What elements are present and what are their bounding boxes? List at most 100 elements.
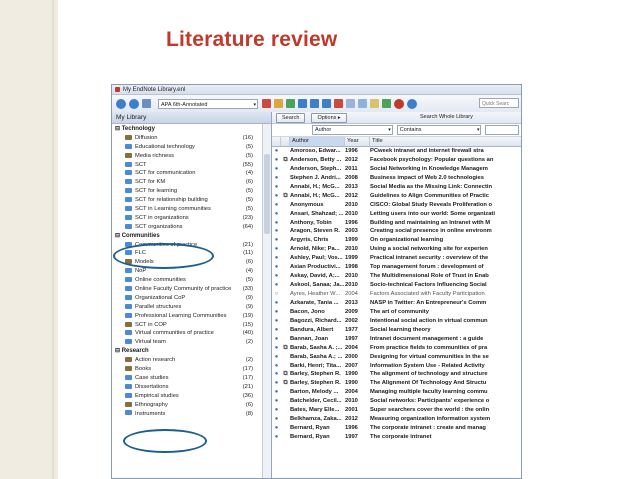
author-column-header[interactable]: Author: [290, 137, 345, 146]
group-item[interactable]: Professional Learning Communities (19): [112, 312, 271, 321]
unread-dot-icon[interactable]: ●: [272, 326, 281, 335]
table-row[interactable]: ● Ansari, Shahzad; ... 2010 Letting users i…: [272, 210, 521, 219]
insert-citation-icon[interactable]: [274, 99, 283, 108]
group-item[interactable]: NoP (4): [112, 267, 271, 276]
online-search-icon[interactable]: [298, 99, 307, 108]
table-row[interactable]: ● Arnold, Nike; Pa... 2010 Using a social n…: [272, 245, 521, 254]
table-row[interactable]: ● Anonymous 2010 CISCO: Global Study Reveal…: [272, 201, 521, 210]
unread-dot-icon[interactable]: ●: [272, 236, 281, 245]
group-item[interactable]: SCT in COP (15): [112, 321, 271, 330]
unread-dot-icon[interactable]: ●: [272, 379, 281, 388]
title-column-header[interactable]: Title: [370, 137, 521, 146]
unread-dot-icon[interactable]: ●: [272, 174, 281, 183]
group-item[interactable]: Case studies (17): [112, 374, 271, 383]
format-bibliography-icon[interactable]: [334, 99, 343, 108]
my-library-header[interactable]: My Library: [112, 112, 271, 124]
back-icon[interactable]: [116, 98, 126, 109]
table-row[interactable]: ● Askool, Sanaa; Ja... 2010 Socio-technical…: [272, 281, 521, 290]
table-row[interactable]: ● Bernard, Ryan 1997 The corporate intranet: [272, 433, 521, 442]
group-item[interactable]: SCT for learning (5): [112, 187, 271, 196]
options-button[interactable]: Options ▸: [311, 112, 347, 123]
library-mode-icon[interactable]: [142, 99, 151, 108]
table-row[interactable]: ● ⧉ Anderson, Betty ... 2012 Facebook psycho…: [272, 156, 521, 165]
table-row[interactable]: ● Aragon, Steven R. 2003 Creating social pr…: [272, 227, 521, 236]
unread-dot-icon[interactable]: ●: [272, 219, 281, 228]
unread-dot-icon[interactable]: ●: [272, 210, 281, 219]
open-link-icon[interactable]: [346, 99, 355, 108]
table-row[interactable]: ● Anthony, Tobin 1996 Building and maintain…: [272, 219, 521, 228]
search-scope-select[interactable]: Search Whole Library: [420, 113, 473, 122]
sync-icon[interactable]: [358, 99, 367, 108]
help-icon[interactable]: [407, 98, 417, 109]
group-item[interactable]: SCT for relationship building (5): [112, 196, 271, 205]
group-item[interactable]: Empirical studies (36): [112, 392, 271, 401]
table-row[interactable]: ● Bagozzi, Richard... 2002 Intentional soci…: [272, 317, 521, 326]
group-item[interactable]: Diffusion (16): [112, 134, 271, 143]
unread-dot-icon[interactable]: ●: [272, 263, 281, 272]
group-item[interactable]: Books (17): [112, 365, 271, 374]
group-set-communities[interactable]: ⊟ Communities: [112, 232, 271, 241]
table-row[interactable]: ● Belkhamza, Zaka... 2012 Measuring organiz…: [272, 415, 521, 424]
unread-dot-icon[interactable]: ●: [272, 254, 281, 263]
group-item[interactable]: Dissertations (21): [112, 383, 271, 392]
table-row[interactable]: ● Asian Productivi... 1998 Top management f…: [272, 263, 521, 272]
collapse-icon[interactable]: ⊟: [115, 233, 122, 239]
search-button[interactable]: Search: [276, 112, 306, 123]
group-item[interactable]: Virtual communities of practice (40): [112, 329, 271, 338]
table-row[interactable]: ● ⧉ Barley, Stephen R. 1990 The Alignment Of…: [272, 379, 521, 388]
group-item[interactable]: SCT in organizations (23): [112, 214, 271, 223]
unread-dot-icon[interactable]: ●: [272, 281, 281, 290]
table-row[interactable]: ● ⧉ Annabi, H.; McG... 2012 Guidelines to Al…: [272, 192, 521, 201]
group-item[interactable]: Media richness (5): [112, 152, 271, 161]
group-item[interactable]: Online communities (5): [112, 276, 271, 285]
unread-dot-icon[interactable]: ●: [272, 344, 281, 353]
import-icon[interactable]: [310, 99, 319, 108]
table-row[interactable]: ● ⧉ Barab, Sasha A. ;... 2004 From practice …: [272, 344, 521, 353]
unread-dot-icon[interactable]: ●: [272, 192, 281, 201]
table-row[interactable]: ● Barki, Henri; Tita... 2007 Information Sy…: [272, 362, 521, 371]
read-status-column[interactable]: [272, 137, 281, 146]
unread-dot-icon[interactable]: ●: [272, 424, 281, 433]
unread-dot-icon[interactable]: ●: [272, 308, 281, 317]
unread-dot-icon[interactable]: ●: [272, 272, 281, 281]
table-row[interactable]: ● Ashley, Paul; Vos... 1999 Practical intra…: [272, 254, 521, 263]
table-row[interactable]: ● Amoroso, Edwar... 1996 PCweek intranet an…: [272, 147, 521, 156]
group-item[interactable]: SCT for KM (6): [112, 178, 271, 187]
unread-dot-icon[interactable]: ●: [272, 317, 281, 326]
sidebar-scrollbar-thumb[interactable]: [264, 154, 270, 234]
unread-dot-icon[interactable]: ●: [272, 362, 281, 371]
group-set-technology[interactable]: ⊟ Technology: [112, 125, 271, 134]
unread-dot-icon[interactable]: ●: [272, 433, 281, 442]
table-row[interactable]: ● Annabi, H.; McG... 2013 Social Media as t…: [272, 183, 521, 192]
unread-dot-icon[interactable]: ●: [272, 201, 281, 210]
table-row[interactable]: ● Bandura, Albert 1977 Social learning theo…: [272, 326, 521, 335]
year-column-header[interactable]: Year: [345, 137, 370, 146]
table-row[interactable]: ○ Ayres, Heather W... 2004 Factors Associat…: [272, 290, 521, 299]
group-item[interactable]: Organizational CoP (9): [112, 294, 271, 303]
unread-dot-icon[interactable]: ●: [272, 156, 281, 165]
unread-dot-icon[interactable]: ●: [272, 165, 281, 174]
stop-icon[interactable]: [394, 98, 404, 109]
group-item[interactable]: Instruments (8): [112, 410, 271, 419]
table-row[interactable]: ● Stephen J. Andri... 2008 Business impact …: [272, 174, 521, 183]
read-dot-icon[interactable]: ○: [272, 290, 281, 299]
group-item[interactable]: SCT in Learning communities (5): [112, 205, 271, 214]
group-item[interactable]: Ethnography (6): [112, 401, 271, 410]
table-row[interactable]: ● ⧉ Barley, Stephen R. 1990 The alignment of…: [272, 370, 521, 379]
unread-dot-icon[interactable]: ●: [272, 353, 281, 362]
attach-file-icon[interactable]: [382, 99, 391, 108]
new-reference-icon[interactable]: [262, 99, 271, 108]
table-row[interactable]: ● Azkarate, Tania ... 2013 NASP in Twitter:…: [272, 299, 521, 308]
table-row[interactable]: ● Batchelder, Cecil... 2010 Social networks…: [272, 397, 521, 406]
unread-dot-icon[interactable]: ●: [272, 183, 281, 192]
collapse-icon[interactable]: ⊟: [115, 126, 122, 132]
group-item[interactable]: Virtual team (2): [112, 338, 271, 347]
export-icon[interactable]: [322, 99, 331, 108]
unread-dot-icon[interactable]: ●: [272, 147, 281, 156]
group-item[interactable]: SCT (55): [112, 161, 271, 170]
table-row[interactable]: ● Barab, Sasha A.; ... 2000 Designing for v…: [272, 353, 521, 362]
group-set-research[interactable]: ⊟ Research: [112, 347, 271, 356]
table-row[interactable]: ● Bacon, Jono 2009 The art of community: [272, 308, 521, 317]
search-operator-select[interactable]: Contains ▾: [396, 125, 482, 135]
find-full-text-icon[interactable]: [286, 99, 295, 108]
